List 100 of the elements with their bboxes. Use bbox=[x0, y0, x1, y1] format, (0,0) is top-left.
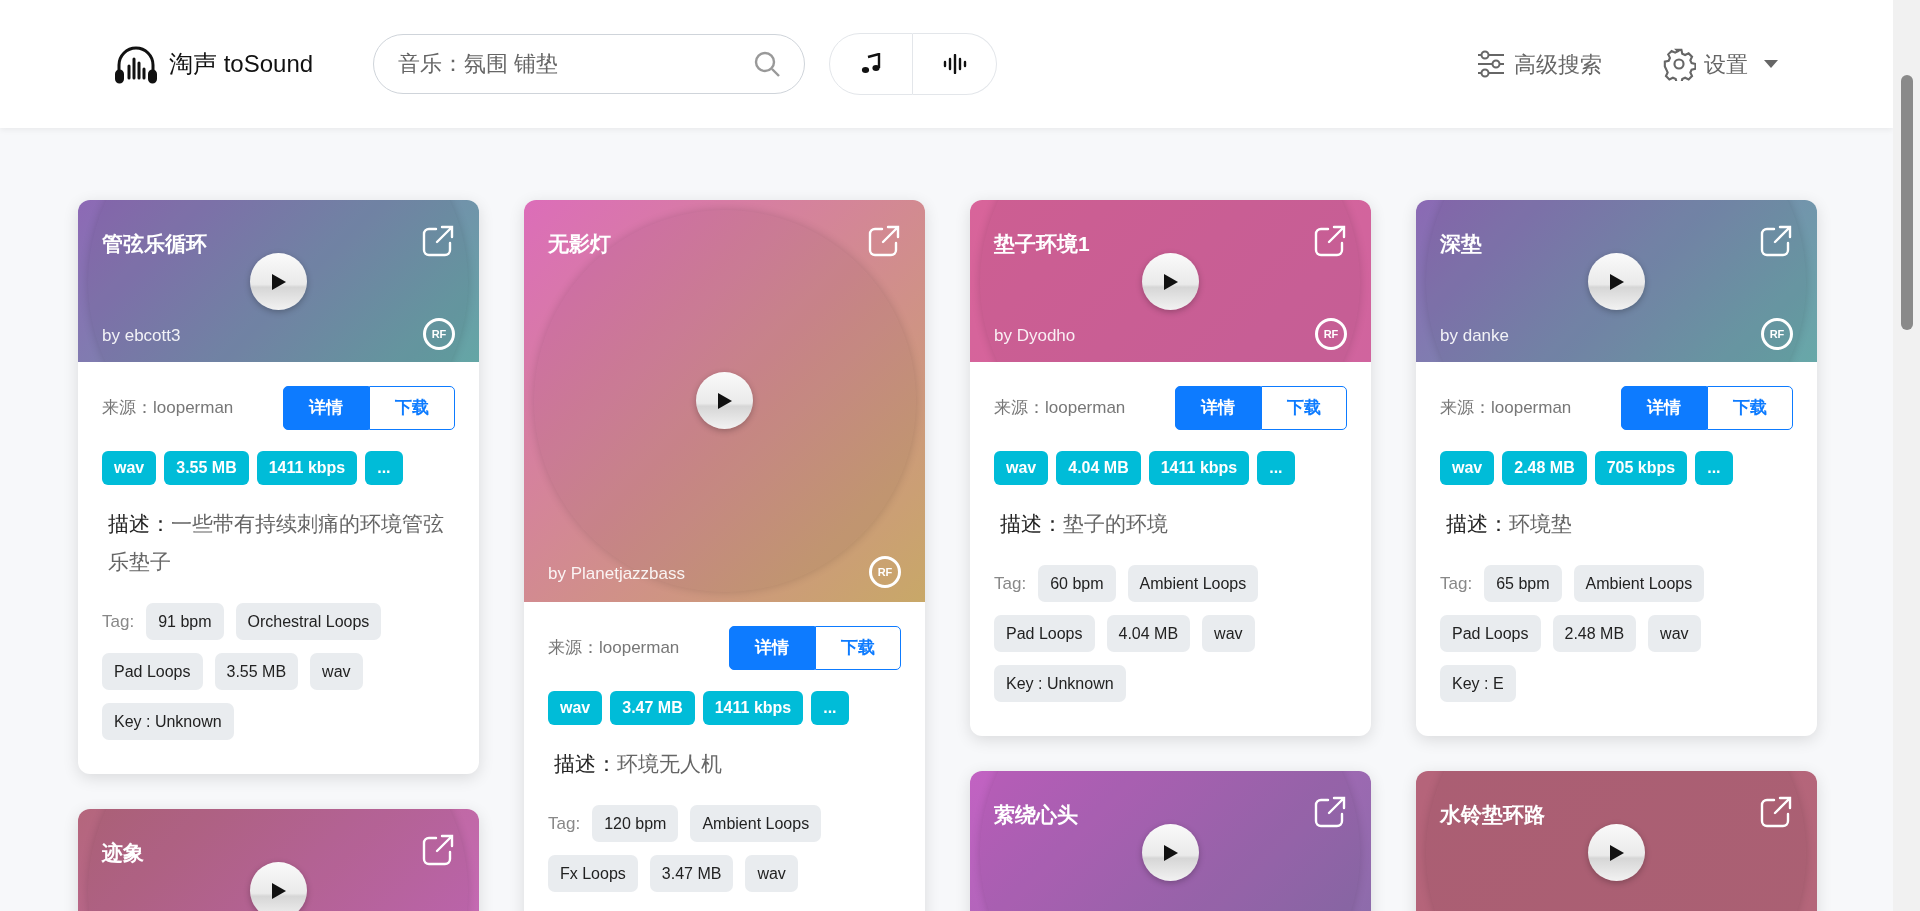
license-badge: RF bbox=[1315, 318, 1347, 350]
license-badge: RF bbox=[1761, 318, 1793, 350]
info-badge: 2.48 MB bbox=[1502, 451, 1587, 485]
details-button[interactable]: 详情 bbox=[1621, 386, 1707, 430]
play-button[interactable] bbox=[1142, 824, 1199, 881]
tag-chip[interactable]: Ambient Loops bbox=[690, 805, 822, 842]
tag-chip[interactable]: 3.47 MB bbox=[649, 855, 734, 892]
play-button[interactable] bbox=[696, 372, 753, 429]
description-text: 描述：一些带有持续刺痛的环境管弦乐垫子 bbox=[107, 511, 445, 575]
settings-icon bbox=[1662, 47, 1696, 81]
tag-chip[interactable]: Orchestral Loops bbox=[235, 603, 382, 640]
play-button[interactable] bbox=[1142, 253, 1199, 310]
external-link-icon[interactable] bbox=[1759, 224, 1793, 258]
tag-label: Tag: bbox=[548, 812, 581, 835]
tag-chip[interactable]: Key : Unknown bbox=[994, 665, 1126, 702]
info-badge: 3.47 MB bbox=[610, 691, 695, 725]
scrollbar-thumb[interactable] bbox=[1900, 75, 1913, 330]
tag-chip[interactable]: 4.04 MB bbox=[1106, 615, 1191, 652]
source-text: 来源：looperman bbox=[548, 637, 680, 660]
card-title: 深垫 bbox=[1440, 231, 1482, 257]
tag-label: Tag: bbox=[1440, 572, 1473, 595]
play-button[interactable] bbox=[1588, 824, 1645, 881]
tag-chip[interactable]: Pad Loops bbox=[102, 653, 203, 690]
download-button[interactable]: 下载 bbox=[1261, 386, 1347, 430]
logo-text[interactable]: 淘声 toSound bbox=[169, 46, 314, 82]
tag-chip[interactable]: Key : E bbox=[1440, 665, 1516, 702]
tag-chip[interactable]: wav bbox=[1648, 615, 1701, 652]
license-badge: RF bbox=[869, 556, 901, 588]
play-icon bbox=[270, 272, 287, 291]
license-badge: RF bbox=[423, 318, 455, 350]
source-text: 来源：looperman bbox=[1440, 397, 1572, 420]
waveform-icon bbox=[942, 54, 967, 74]
scrollbar[interactable] bbox=[1893, 0, 1920, 911]
info-badge: 3.55 MB bbox=[164, 451, 249, 485]
external-link-icon[interactable] bbox=[867, 224, 901, 258]
tag-chip[interactable]: wav bbox=[745, 855, 798, 892]
external-link-icon[interactable] bbox=[421, 224, 455, 258]
info-badge: ... bbox=[1695, 451, 1733, 485]
info-badge: wav bbox=[994, 451, 1049, 485]
tag-label: Tag: bbox=[102, 610, 135, 633]
external-link-icon[interactable] bbox=[1313, 224, 1347, 258]
tag-chip[interactable]: 2.48 MB bbox=[1552, 615, 1637, 652]
tag-chip[interactable]: Ambient Loops bbox=[1127, 565, 1259, 602]
search-field[interactable]: 音乐：氛围 铺垫 bbox=[373, 34, 806, 94]
play-button[interactable] bbox=[250, 253, 307, 310]
tag-chip[interactable]: wav bbox=[310, 653, 363, 690]
advanced-search-link[interactable]: 高级搜索 bbox=[1476, 47, 1602, 81]
play-button[interactable] bbox=[250, 862, 307, 911]
play-icon bbox=[716, 391, 733, 410]
tag-chip[interactable]: Pad Loops bbox=[994, 615, 1095, 652]
download-button[interactable]: 下载 bbox=[369, 386, 455, 430]
info-badge: 1411 kbps bbox=[256, 451, 358, 485]
tag-chip[interactable]: Key : Unknown bbox=[102, 703, 234, 740]
info-badge: ... bbox=[365, 451, 403, 485]
play-icon bbox=[1608, 843, 1625, 862]
download-button[interactable]: 下载 bbox=[1707, 386, 1793, 430]
card-title: 垫子环境1 bbox=[994, 231, 1090, 257]
external-link-icon[interactable] bbox=[1759, 795, 1793, 829]
info-badge: wav bbox=[548, 691, 603, 725]
details-button[interactable]: 详情 bbox=[729, 626, 815, 670]
tag-chip[interactable]: Fx Loops bbox=[548, 855, 638, 892]
search-icon[interactable] bbox=[753, 50, 782, 78]
info-badge: wav bbox=[102, 451, 157, 485]
tag-chip[interactable]: Ambient Loops bbox=[1573, 565, 1705, 602]
download-button[interactable]: 下载 bbox=[815, 626, 901, 670]
tag-chip[interactable]: 65 bpm bbox=[1484, 565, 1562, 602]
info-badge: ... bbox=[811, 691, 849, 725]
external-link-icon[interactable] bbox=[1313, 795, 1347, 829]
author-text[interactable]: by danke bbox=[1440, 322, 1509, 348]
tag-chip[interactable]: 60 bpm bbox=[1038, 565, 1116, 602]
tag-chip[interactable]: 3.55 MB bbox=[214, 653, 299, 690]
music-mode-button[interactable] bbox=[829, 33, 914, 95]
card-title: 无影灯 bbox=[548, 231, 611, 257]
info-badge: wav bbox=[1440, 451, 1495, 485]
info-badge: ... bbox=[1257, 451, 1295, 485]
play-button[interactable] bbox=[1588, 253, 1645, 310]
card-title: 迹象 bbox=[102, 840, 144, 866]
tag-chip[interactable]: Pad Loops bbox=[1440, 615, 1541, 652]
source-text: 来源：looperman bbox=[994, 397, 1126, 420]
external-link-icon[interactable] bbox=[421, 833, 455, 867]
details-button[interactable]: 详情 bbox=[1175, 386, 1261, 430]
info-badge: 1411 kbps bbox=[1148, 451, 1250, 485]
sound-mode-button[interactable] bbox=[913, 33, 998, 95]
headphones-logo-icon bbox=[115, 44, 157, 84]
description-text: 描述：环境无人机 bbox=[553, 751, 723, 777]
details-button[interactable]: 详情 bbox=[283, 386, 369, 430]
author-text[interactable]: by ebcott3 bbox=[102, 322, 181, 348]
tag-chip[interactable]: wav bbox=[1202, 615, 1255, 652]
info-badge: 705 kbps bbox=[1594, 451, 1688, 485]
music-note-icon bbox=[861, 53, 882, 75]
info-badge: 4.04 MB bbox=[1056, 451, 1141, 485]
sliders-icon bbox=[1476, 49, 1506, 79]
info-badge: 1411 kbps bbox=[702, 691, 804, 725]
tag-label: Tag: bbox=[994, 572, 1027, 595]
card-title: 萦绕心头 bbox=[994, 802, 1078, 828]
settings-menu[interactable]: 设置 bbox=[1662, 47, 1778, 81]
tag-chip[interactable]: 120 bpm bbox=[592, 805, 679, 842]
play-icon bbox=[1162, 843, 1179, 862]
play-icon bbox=[1162, 272, 1179, 291]
tag-chip[interactable]: 91 bpm bbox=[146, 603, 224, 640]
